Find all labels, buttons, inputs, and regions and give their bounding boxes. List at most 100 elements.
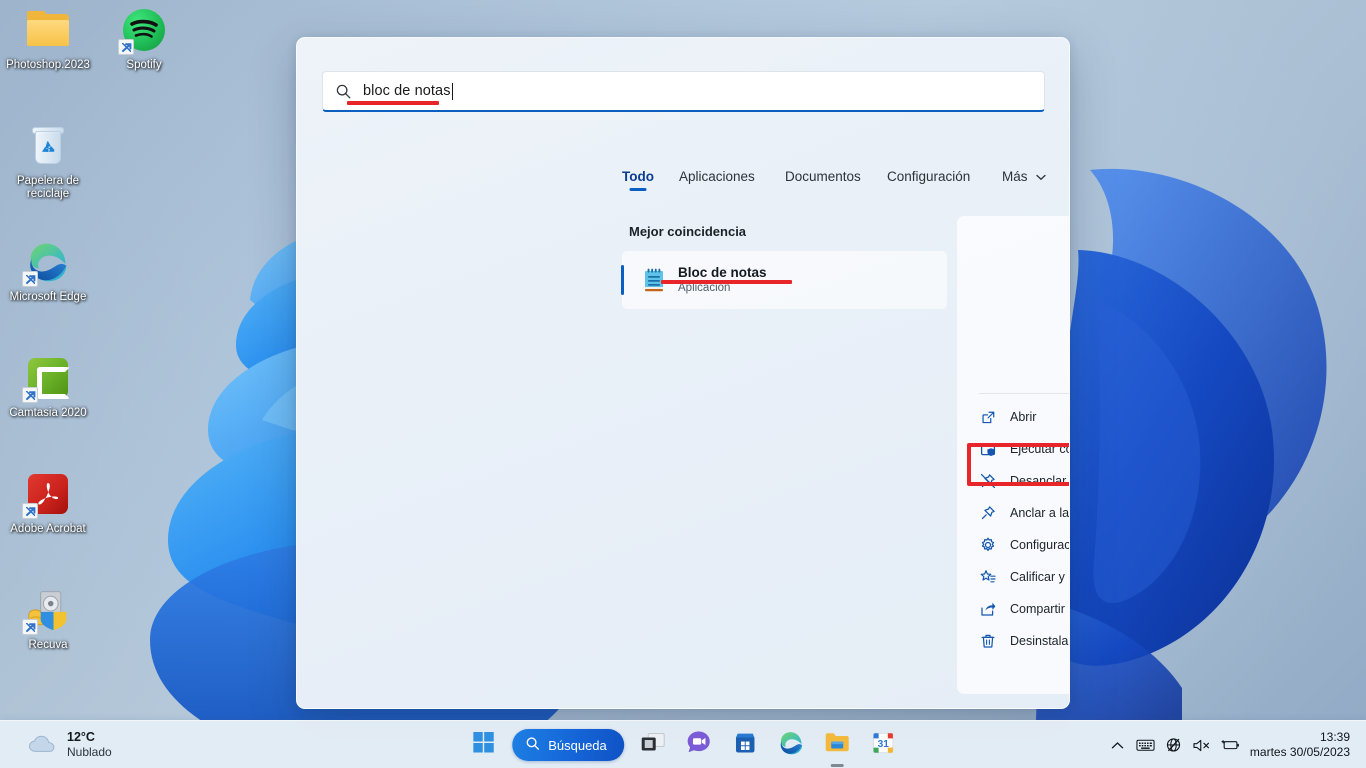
action-abrir[interactable]: Abrir bbox=[979, 401, 1069, 433]
tab-label: Todo bbox=[622, 169, 654, 184]
taskbar-app-calendar[interactable]: 31 bbox=[866, 728, 900, 762]
tab-label: Más bbox=[1002, 169, 1028, 184]
globe-no-internet-icon[interactable] bbox=[1160, 728, 1188, 762]
tab-mas[interactable]: Más bbox=[1002, 169, 1046, 191]
spotify-icon bbox=[118, 6, 168, 55]
preview-app-title: Bloc de notas bbox=[957, 334, 1069, 356]
search-filter-tabs: Todo Aplicaciones Documentos Configuraci… bbox=[622, 169, 1069, 201]
speaker-muted-icon[interactable] bbox=[1188, 728, 1216, 762]
camtasia-icon bbox=[22, 354, 72, 403]
taskbar: 12°C Nublado Búsqueda 31 13:39 martes 30… bbox=[0, 720, 1366, 768]
action-desanclar-de-inicio[interactable]: Desanclar de Inicio bbox=[979, 465, 1069, 497]
calendar-icon: 31 bbox=[871, 731, 895, 760]
annotation-underline-search bbox=[347, 101, 439, 105]
taskbar-search-button[interactable]: Búsqueda bbox=[512, 729, 624, 761]
taskbar-app-chat[interactable] bbox=[682, 728, 716, 762]
action-configuracion-de-la-aplicacion[interactable]: Configuración de la aplicación bbox=[979, 529, 1070, 561]
chevron-up-icon[interactable] bbox=[1104, 728, 1132, 762]
taskbar-app-microsoft-store[interactable] bbox=[728, 728, 762, 762]
action-label: Compartir bbox=[1010, 602, 1065, 616]
recuva-icon bbox=[22, 586, 72, 635]
action-ejecutar-como-administrador[interactable]: Ejecutar como administrador bbox=[979, 433, 1069, 465]
folder-icon bbox=[824, 731, 850, 759]
keyboard-icon[interactable] bbox=[1132, 728, 1160, 762]
acrobat-icon bbox=[22, 470, 72, 519]
taskbar-app-task-view[interactable] bbox=[636, 728, 670, 762]
shortcut-badge-icon bbox=[22, 271, 38, 287]
clock[interactable]: 13:39 martes 30/05/2023 bbox=[1250, 730, 1350, 760]
desktop-icon-recuva[interactable]: Recuva bbox=[0, 586, 96, 652]
gear-icon bbox=[979, 536, 997, 554]
pin-icon bbox=[979, 504, 997, 522]
action-label: Abrir bbox=[1010, 410, 1037, 424]
weather-condition: Nublado bbox=[67, 745, 112, 759]
app-actions-list: Abrir Ejecutar como administrador bbox=[957, 401, 1070, 657]
weather-temperature: 12°C bbox=[67, 730, 95, 744]
action-label: Desinstalar bbox=[1010, 634, 1070, 648]
tab-active-indicator bbox=[629, 188, 647, 191]
search-input-value: bloc de notas bbox=[363, 83, 451, 99]
battery-icon[interactable] bbox=[1216, 728, 1244, 762]
best-match-result-item[interactable]: Bloc de notas Aplicación bbox=[621, 251, 947, 309]
desktop-icon-spotify[interactable]: Spotify bbox=[96, 6, 192, 72]
action-label: Desanclar de Inicio bbox=[1010, 474, 1069, 488]
search-box-container: bloc de notas bbox=[322, 71, 1045, 112]
unpin-icon bbox=[979, 472, 997, 490]
task-view-icon bbox=[640, 732, 666, 759]
star-rate-icon bbox=[979, 568, 997, 586]
tab-label: Documentos bbox=[785, 169, 861, 184]
chevron-down-icon bbox=[1036, 169, 1046, 184]
desktop-icon-camtasia-2020[interactable]: Camtasia 2020 bbox=[0, 354, 96, 420]
share-icon bbox=[979, 600, 997, 618]
search-results-column: Mejor coincidencia Bloc de notas Aplicac… bbox=[621, 224, 947, 694]
desktop-icon-microsoft-edge[interactable]: Microsoft Edge bbox=[0, 238, 96, 304]
windows-start-icon bbox=[472, 732, 494, 758]
store-icon bbox=[733, 731, 757, 760]
text-caret bbox=[451, 82, 453, 100]
tab-aplicaciones[interactable]: Aplicaciones bbox=[679, 169, 755, 191]
tab-label: Aplicaciones bbox=[679, 169, 755, 184]
action-desinstalar[interactable]: Desinstalar bbox=[979, 625, 1070, 657]
action-calificar-y-opinar[interactable]: Calificar y opinar bbox=[979, 561, 1069, 593]
annotation-underline-best-match bbox=[661, 280, 792, 284]
clock-date: martes 30/05/2023 bbox=[1249, 745, 1350, 759]
preview-divider bbox=[979, 393, 1069, 394]
desktop-icon-label: Camtasia 2020 bbox=[9, 407, 87, 419]
action-label: Ejecutar como administrador bbox=[1010, 442, 1069, 456]
taskbar-center-group: Búsqueda 31 bbox=[466, 721, 900, 768]
shortcut-badge-icon bbox=[118, 39, 134, 55]
recycle-bin-icon bbox=[24, 122, 72, 170]
desktop-icon-photoshop2023[interactable]: Photoshop.2023 bbox=[0, 6, 96, 72]
taskbar-app-file-explorer[interactable] bbox=[820, 728, 854, 767]
action-label: Anclar a la barra de tareas bbox=[1010, 506, 1070, 520]
action-anclar-a-la-barra-de-tareas[interactable]: Anclar a la barra de tareas bbox=[979, 497, 1070, 529]
tab-todo[interactable]: Todo bbox=[622, 169, 654, 191]
open-external-icon bbox=[979, 408, 997, 426]
desktop-icon-adobe-acrobat[interactable]: Adobe Acrobat bbox=[0, 470, 96, 536]
action-compartir[interactable]: Compartir bbox=[979, 593, 1069, 625]
action-label: Configuración de la aplicación bbox=[1010, 538, 1070, 552]
start-button[interactable] bbox=[466, 728, 500, 762]
best-match-heading: Mejor coincidencia bbox=[629, 224, 747, 239]
preview-hero: Bloc de notas Aplicación bbox=[957, 216, 1069, 374]
tab-documentos[interactable]: Documentos bbox=[785, 169, 861, 191]
search-input[interactable]: bloc de notas bbox=[322, 71, 1045, 112]
tab-configuracion[interactable]: Configuración bbox=[887, 169, 970, 191]
taskbar-app-microsoft-edge[interactable] bbox=[774, 728, 808, 762]
desktop-icon-label: Papelera de reciclaje bbox=[16, 175, 80, 200]
folder-icon bbox=[24, 6, 72, 54]
desktop-icon-label: Recuva bbox=[28, 639, 68, 651]
desktop-icon-label: Photoshop.2023 bbox=[6, 59, 90, 71]
cloud-icon bbox=[28, 734, 57, 756]
tab-label: Configuración bbox=[887, 169, 971, 184]
search-icon bbox=[336, 84, 351, 98]
edge-icon bbox=[778, 730, 804, 761]
desktop-icon-recycle-bin[interactable]: Papelera de reciclaje bbox=[0, 122, 96, 201]
edge-icon bbox=[22, 238, 72, 287]
calendar-day: 31 bbox=[877, 739, 889, 750]
clock-time: 13:39 bbox=[1319, 730, 1350, 744]
desktop-icon-label: Spotify bbox=[126, 59, 162, 71]
weather-widget[interactable]: 12°C Nublado bbox=[20, 725, 120, 765]
shortcut-badge-icon bbox=[22, 619, 38, 635]
trash-icon bbox=[979, 632, 997, 650]
